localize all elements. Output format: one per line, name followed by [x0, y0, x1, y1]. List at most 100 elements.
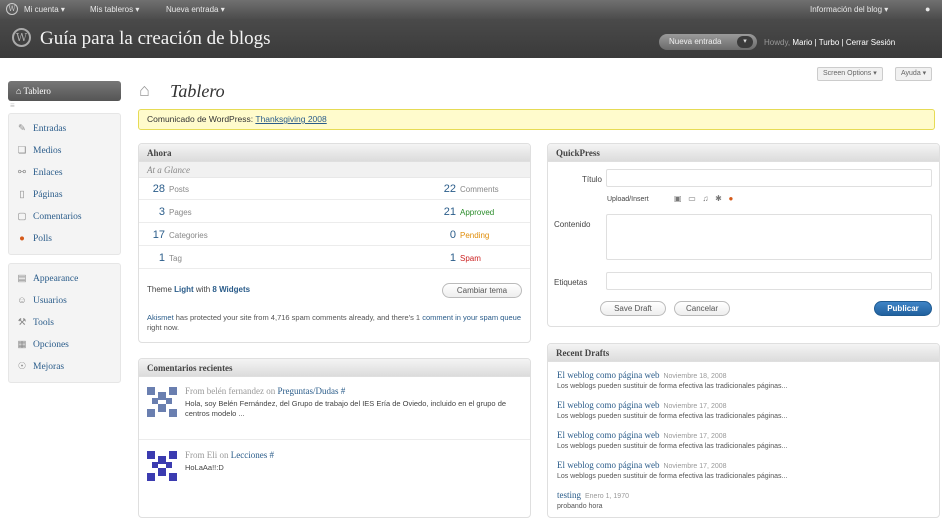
stat-label-link[interactable]: Categories — [169, 231, 208, 240]
sidebar-item-páginas[interactable]: ▯ Páginas — [9, 184, 120, 206]
stat-label-link[interactable]: Pages — [169, 208, 192, 217]
separator-icon: ≡ — [10, 101, 15, 110]
draft-title-link[interactable]: El weblog como página web — [557, 430, 659, 440]
comment-post-link[interactable]: Preguntas/Dudas # — [277, 386, 345, 396]
stat-label-link[interactable]: Posts — [169, 185, 189, 194]
page-icon: ▯ — [19, 190, 25, 200]
stat-label-link[interactable]: Pending — [460, 231, 522, 240]
sidebar-item-opciones[interactable]: ▦ Opciones — [9, 334, 120, 356]
stats-row: 3 Pages 21 Approved — [139, 201, 530, 223]
sidebar-item-tools[interactable]: ⚒ Tools — [9, 312, 120, 334]
stat-label-link[interactable]: Approved — [460, 208, 522, 217]
sidebar-item-dashboard[interactable]: ⌂ Tablero — [8, 81, 121, 101]
stat-count-link[interactable]: 1 — [416, 252, 456, 264]
title-input[interactable] — [606, 169, 932, 187]
akismet-end: right now. — [147, 323, 180, 332]
akismet-link[interactable]: Akismet — [147, 313, 174, 322]
theme-with: with — [195, 285, 211, 294]
help-button[interactable]: Ayuda ▾ — [895, 67, 933, 81]
publish-button[interactable]: Publicar — [874, 301, 932, 316]
at-a-glance-label: At a Glance — [139, 162, 530, 178]
chevron-down-icon[interactable]: ▾ — [737, 36, 753, 48]
upload-icons: ▣ ▭ ♫ ✱ ● — [674, 194, 733, 203]
new-entry-button[interactable]: Nueva entrada ▾ — [659, 34, 757, 50]
spam-queue-link[interactable]: comment in your spam queue — [422, 313, 521, 322]
widget-title[interactable]: QuickPress — [548, 144, 939, 162]
sidebar-item-label: Entradas — [33, 124, 67, 134]
draft-title: El weblog como página web Noviembre 17, 2… — [557, 430, 727, 440]
widget-title[interactable]: Comentarios recientes — [139, 359, 530, 377]
sidebar-item-label: Usuarios — [33, 296, 67, 306]
notice-link[interactable]: Thanksgiving 2008 — [255, 114, 326, 124]
widgets-link[interactable]: 8 Widgets — [212, 285, 250, 294]
my-blogs-menu[interactable]: Mis tableros ▾ — [90, 5, 139, 14]
my-account-menu[interactable]: Mi cuenta ▾ — [24, 5, 65, 14]
upload-label: Upload/Insert — [607, 196, 649, 203]
sidebar-item-mejoras[interactable]: ☉ Mejoras — [9, 356, 120, 378]
sidebar-item-label: Comentarios — [33, 212, 82, 222]
draft-excerpt: Los weblogs pueden sustituir de forma ef… — [557, 413, 788, 420]
sidebar-item-usuarios[interactable]: ☺ Usuarios — [9, 290, 120, 312]
howdy-text: Howdy, — [764, 38, 791, 47]
content-label: Contenido — [554, 220, 591, 229]
wordpress-logo-icon[interactable]: W — [6, 3, 18, 15]
sidebar-item-polls[interactable]: ● Polls — [9, 228, 120, 250]
stat-count-link[interactable]: 0 — [416, 229, 456, 241]
sidebar-item-label: Appearance — [33, 274, 79, 284]
tools-icon: ⚒ — [17, 318, 27, 328]
comment-author: belén fernandez — [206, 386, 264, 396]
recent-comments-widget: Comentarios recientes From belén fernand… — [138, 358, 531, 518]
cancel-button[interactable]: Cancelar — [674, 301, 730, 316]
sidebar-item-comentarios[interactable]: ▢ Comentarios — [9, 206, 120, 228]
stat-count-link[interactable]: 22 — [416, 183, 456, 195]
sidebar-item-entradas[interactable]: ✎ Entradas — [9, 118, 120, 140]
draft-title-link[interactable]: testing — [557, 490, 581, 500]
sidebar-item-appearance[interactable]: ▤ Appearance — [9, 268, 120, 290]
image-icon[interactable]: ▣ — [674, 194, 682, 203]
comment-post-link[interactable]: Lecciones # — [231, 450, 274, 460]
draft-title: testing Enero 1, 1970 — [557, 490, 629, 500]
screen-options-button[interactable]: Screen Options ▾ — [817, 67, 883, 81]
right-now-widget: Ahora At a Glance 28 Posts 22 Comments 3 Page… — [138, 143, 531, 343]
tags-input[interactable] — [606, 272, 932, 290]
stat-label-link[interactable]: Spam — [460, 254, 522, 263]
draft-date: Noviembre 18, 2008 — [663, 373, 727, 380]
video-icon[interactable]: ▭ — [688, 194, 696, 203]
new-post-menu[interactable]: Nueva entrada ▾ — [166, 5, 225, 14]
draft-excerpt: Los weblogs pueden sustituir de forma ef… — [557, 383, 788, 390]
avatar — [145, 449, 179, 483]
draft-title-link[interactable]: El weblog como página web — [557, 460, 659, 470]
sidebar-item-label: Medios — [33, 146, 62, 156]
upgrades-icon: ☉ — [17, 362, 27, 372]
widget-title[interactable]: Recent Drafts — [548, 344, 939, 362]
theme-name-link[interactable]: Light — [174, 285, 194, 294]
stat-count-link[interactable]: 1 — [147, 252, 165, 264]
sidebar-group-content: ✎ Entradas ❏ Medios ⚯ Enlaces ▯ Páginas ▢ Comenta… — [8, 113, 121, 255]
dot-icon[interactable]: ● — [925, 4, 930, 14]
user-links[interactable]: Mario | Turbo | Cerrar Sesión — [792, 38, 895, 47]
widget-title[interactable]: Ahora — [139, 144, 530, 162]
stat-label-link[interactable]: Tag — [169, 254, 182, 263]
notice-prefix: Comunicado de WordPress: — [147, 114, 254, 124]
sidebar-item-enlaces[interactable]: ⚯ Enlaces — [9, 162, 120, 184]
draft-excerpt: Los weblogs pueden sustituir de forma ef… — [557, 443, 788, 450]
draft-title-link[interactable]: El weblog como página web — [557, 400, 659, 410]
stat-count-link[interactable]: 21 — [416, 206, 456, 218]
content-textarea[interactable] — [606, 214, 932, 260]
recent-drafts-widget: Recent Drafts El weblog como página web N… — [547, 343, 940, 518]
stat-count-link[interactable]: 17 — [147, 229, 165, 241]
media-icon[interactable]: ✱ — [715, 194, 722, 203]
blog-info-menu[interactable]: Información del blog ▾ — [810, 5, 888, 14]
audio-icon[interactable]: ♫ — [702, 194, 708, 203]
save-draft-button[interactable]: Save Draft — [600, 301, 666, 316]
change-theme-button[interactable]: Cambiar tema — [442, 283, 522, 298]
site-name[interactable]: Guía para la creación de blogs — [40, 28, 271, 50]
media-icon: ❏ — [17, 146, 27, 156]
stat-label-link[interactable]: Comments — [460, 185, 522, 194]
poll-icon[interactable]: ● — [729, 194, 734, 203]
sidebar-item-medios[interactable]: ❏ Medios — [9, 140, 120, 162]
stat-count-link[interactable]: 28 — [147, 183, 165, 195]
stat-count-link[interactable]: 3 — [147, 206, 165, 218]
draft-title-link[interactable]: El weblog como página web — [557, 370, 659, 380]
quickpress-widget: QuickPress Título Upload/Insert ▣ ▭ ♫ ✱ … — [547, 143, 940, 327]
